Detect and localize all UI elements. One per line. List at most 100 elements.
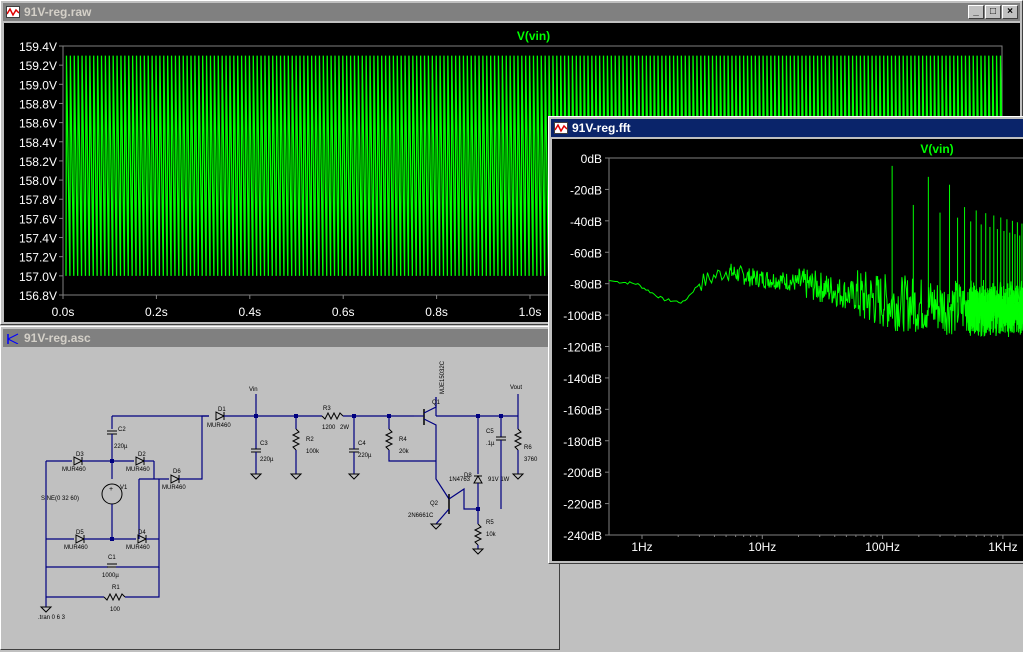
r2-label: R2: [306, 437, 314, 443]
wire: [423, 418, 437, 444]
y-tick-label: 157.0V: [19, 270, 57, 284]
c4-label: C4: [358, 441, 366, 447]
vin-label: Vin: [249, 387, 258, 393]
y-tick-label: 158.4V: [19, 136, 57, 150]
r3-power: 2W: [340, 425, 349, 431]
r5-label: R5: [486, 520, 494, 526]
x-tick-label: 0.4s: [238, 305, 261, 319]
raw-window-titlebar[interactable]: 91V-reg.raw _ □ ×: [3, 3, 1020, 21]
wire: [435, 508, 450, 525]
y-tick-label: 0dB: [581, 152, 602, 166]
d5-model: MUR460: [64, 545, 88, 551]
x-tick-label: 100Hz: [865, 540, 900, 554]
r2-resistor: [291, 428, 301, 451]
r6-label: R6: [524, 445, 532, 451]
fft-window[interactable]: 91V-reg.fft 0dB -20dB -40dB -60dB -80dB -100d…: [548, 116, 1023, 564]
x-tick-label: 0.6s: [332, 305, 355, 319]
d8-note: 91V 1W: [488, 477, 510, 483]
y-tick-label: -220dB: [563, 498, 602, 512]
maximize-button[interactable]: □: [985, 5, 1001, 19]
y-tick-label: 157.8V: [19, 193, 57, 207]
d3-model: MUR460: [62, 467, 86, 473]
d6-diode: [170, 474, 181, 484]
d1-diode: [215, 411, 226, 421]
waveform-app-icon: [554, 122, 568, 134]
r4-label: R4: [399, 437, 407, 443]
fft-noise-trace: [608, 263, 1023, 338]
y-tick-label: 159.0V: [19, 78, 57, 92]
wire: [448, 487, 478, 510]
wire: [435, 444, 450, 500]
y-tick-label: -140dB: [563, 372, 602, 386]
y-tick-label: -80dB: [570, 278, 602, 292]
y-tick-label: -180dB: [563, 435, 602, 449]
schematic-window[interactable]: 91V-reg.asc Vin Vout D1 MUR460 R3 1200 2W C3 220…: [0, 326, 560, 650]
junction: [110, 537, 114, 541]
y-tick-label: 158.8V: [19, 97, 57, 111]
d1-label: D1: [218, 407, 226, 413]
q1-label: Q1: [432, 400, 441, 406]
junction: [476, 507, 480, 511]
fft-spectrum-chart: 0dB -20dB -40dB -60dB -80dB -100dB -120dB -140d…: [563, 142, 1023, 554]
junction: [387, 414, 391, 418]
vout-label: Vout: [510, 385, 522, 391]
x-tick-label: 10Hz: [748, 540, 776, 554]
wire: [125, 567, 160, 598]
r2-value: 100k: [306, 449, 320, 455]
r6-value: 3760: [524, 457, 538, 463]
wire: [388, 450, 436, 462]
raw-window-title: 91V-reg.raw: [24, 5, 92, 19]
y-tick-label: -240dB: [563, 529, 602, 543]
schematic-canvas[interactable]: Vin Vout D1 MUR460 R3 1200 2W C3 220µ R2 100k C4 220…: [4, 349, 556, 647]
r5-value: 10k: [486, 532, 497, 538]
y-tick-label: -40dB: [570, 215, 602, 229]
y-tick-label: 157.4V: [19, 232, 57, 246]
v1-label: V1: [120, 485, 128, 491]
y-tick-label: 159.2V: [19, 59, 57, 73]
junction: [352, 414, 356, 418]
schematic-window-titlebar[interactable]: 91V-reg.asc: [3, 329, 557, 347]
spice-directive: .tran 0 6 3: [38, 615, 66, 621]
d5-label: D5: [76, 530, 84, 536]
r3-resistor: [321, 411, 344, 421]
junction: [476, 414, 480, 418]
q2-model: 2N6661C: [408, 513, 434, 519]
schematic-drawing: Vin Vout D1 MUR460 R3 1200 2W C3 220µ R2 100k C4 220…: [38, 360, 538, 621]
x-tick-label: 1.0s: [519, 305, 542, 319]
d2-model: MUR460: [126, 467, 150, 473]
ground-symbol: [289, 473, 303, 480]
r6-resistor: [513, 428, 523, 451]
close-button[interactable]: ×: [1002, 5, 1018, 19]
d1-model: MUR460: [207, 423, 231, 429]
r1-value: 100: [110, 607, 121, 613]
y-tick-label: -20dB: [570, 183, 602, 197]
y-tick-label: 156.8V: [19, 289, 57, 303]
fft-window-title: 91V-reg.fft: [572, 121, 631, 135]
r3-label: R3: [323, 406, 331, 412]
y-tick-label: 157.6V: [19, 212, 57, 226]
d5-diode: [75, 534, 86, 544]
ground-symbol: [429, 523, 443, 530]
r1-resistor: [103, 592, 126, 602]
r3-value: 1200: [322, 425, 336, 431]
minimize-button[interactable]: _: [968, 5, 984, 19]
y-tick-label: -160dB: [563, 403, 602, 417]
d6-label: D6: [173, 469, 181, 475]
x-tick-label: 0.8s: [425, 305, 448, 319]
c1-value: 1000µ: [102, 573, 119, 579]
r1-label: R1: [112, 585, 120, 591]
ground-symbol: [39, 606, 53, 613]
x-tick-label: 0.2s: [145, 305, 168, 319]
y-tick-label: 158.0V: [19, 174, 57, 188]
d2-diode: [135, 456, 146, 466]
d8-zener: [473, 474, 483, 484]
fft-window-titlebar[interactable]: 91V-reg.fft: [551, 119, 1023, 137]
y-tick-label: -200dB: [563, 466, 602, 480]
fft-plot-area[interactable]: 0dB -20dB -40dB -60dB -80dB -100dB -120dB -140d…: [552, 139, 1023, 561]
y-tick-label: 158.2V: [19, 155, 57, 169]
c4-value: 220µ: [358, 453, 372, 459]
y-tick-label: 157.2V: [19, 251, 57, 265]
schematic-app-icon: [6, 332, 20, 344]
r4-value: 20k: [399, 449, 410, 455]
d4-model: MUR460: [126, 545, 150, 551]
